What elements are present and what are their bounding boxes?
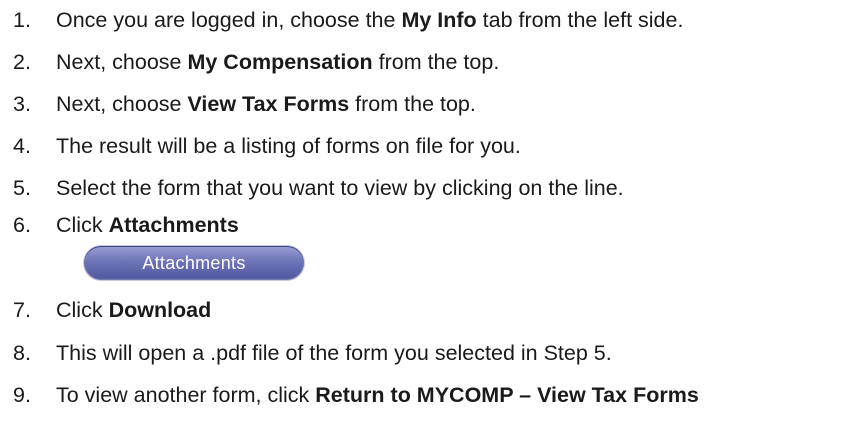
step-number: 4.: [13, 134, 31, 158]
step-text: The result will be a listing of forms on…: [56, 134, 521, 158]
step-text: Click Attachments: [56, 213, 239, 237]
step-text: Next, choose My Compensation from the to…: [56, 50, 500, 74]
step-number: 6.: [13, 213, 31, 237]
step-4: 4. The result will be a listing of forms…: [0, 129, 848, 163]
step-2: 2. Next, choose My Compensation from the…: [0, 45, 848, 79]
step-text: To view another form, click Return to MY…: [56, 383, 699, 407]
step-number: 9.: [13, 383, 31, 407]
step-bold-term: My Compensation: [187, 50, 373, 74]
step-number: 8.: [13, 341, 31, 365]
step-text: This will open a .pdf file of the form y…: [56, 341, 612, 365]
instruction-list: 1. Once you are logged in, choose the My…: [0, 0, 848, 429]
step-7: 7. Click Download: [0, 293, 848, 327]
step-text: Once you are logged in, choose the My In…: [56, 8, 684, 32]
step-6: 6. Click Attachments: [0, 208, 848, 242]
step-number: 7.: [13, 298, 31, 322]
attachments-button[interactable]: Attachments: [84, 246, 304, 280]
step-bold-term: My Info: [401, 8, 477, 32]
step-text: Select the form that you want to view by…: [56, 176, 624, 200]
step-8: 8. This will open a .pdf file of the for…: [0, 336, 848, 370]
step-5: 5. Select the form that you want to view…: [0, 171, 848, 205]
step-text: Next, choose View Tax Forms from the top…: [56, 92, 476, 116]
step-1: 1. Once you are logged in, choose the My…: [0, 3, 848, 37]
step-number: 5.: [13, 176, 31, 200]
step-number: 3.: [13, 92, 31, 116]
step-text: Click Download: [56, 298, 212, 322]
step-3: 3. Next, choose View Tax Forms from the …: [0, 87, 848, 121]
step-bold-term: Attachments: [108, 213, 239, 237]
step-9: 9. To view another form, click Return to…: [0, 378, 848, 412]
step-number: 1.: [13, 8, 31, 32]
step-number: 2.: [13, 50, 31, 74]
step-bold-term: Return to MYCOMP – View Tax Forms: [315, 383, 699, 407]
step-bold-term: Download: [108, 298, 212, 322]
step-bold-term: View Tax Forms: [187, 92, 350, 116]
